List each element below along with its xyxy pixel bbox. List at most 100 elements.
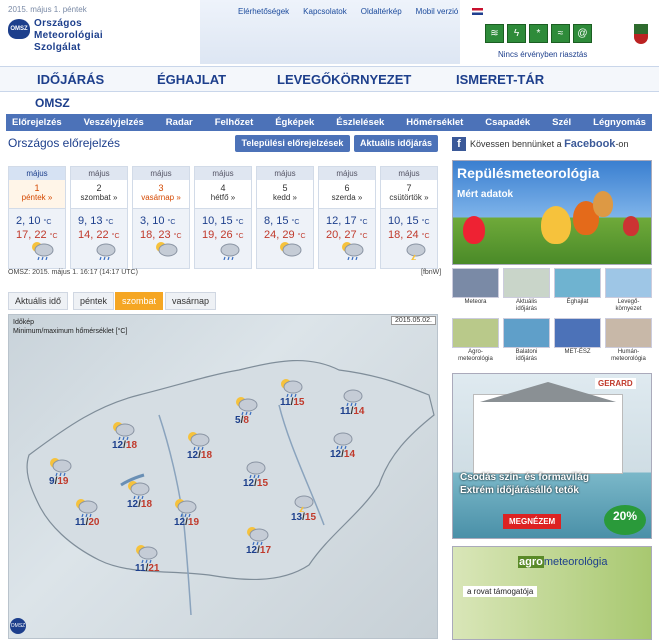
forecast-day[interactable]: május 1 péntek » 2, 10 °C 17, 22 °C	[8, 166, 66, 269]
section-label[interactable]: OMSZ	[35, 96, 70, 110]
nav-idojaras[interactable]: IDŐJÁRÁS	[37, 72, 104, 87]
forecast-day[interactable]: május 6 szerda » 12, 17 °C 20, 27 °C	[318, 166, 376, 269]
nav-eghajlat[interactable]: ÉGHAJLAT	[157, 72, 226, 87]
tab-szombat[interactable]: szombat	[115, 292, 164, 310]
map-title: Időkép	[13, 319, 35, 326]
subnav-egkepek[interactable]: Égképek	[275, 114, 314, 131]
fbnw-link[interactable]: [fbnW]	[421, 269, 441, 276]
map-city-temp[interactable]: 5/8	[235, 415, 249, 426]
tile-agro-label[interactable]: Agro-meteorológia	[451, 349, 500, 363]
weather-map[interactable]	[8, 314, 438, 639]
tile-balaton-image[interactable]	[503, 318, 550, 348]
forecast-day-name[interactable]: péntek »	[9, 193, 65, 202]
thunder-icon[interactable]: ϟ	[507, 24, 526, 43]
tile-balaton-label[interactable]: Balatoni időjárás	[502, 349, 551, 363]
forecast-day-name[interactable]: vasárnap »	[133, 193, 189, 202]
tile-met-esz-image[interactable]	[554, 318, 601, 348]
forecast-day-header[interactable]: május 7 csütörtök »	[381, 167, 437, 209]
subnav-elorejelzes[interactable]: Előrejelzés	[12, 114, 62, 131]
aviation-subtitle[interactable]: Mért adatok	[457, 189, 513, 200]
forecast-day-header[interactable]: május 2 szombat »	[71, 167, 127, 209]
tile-eghajlat-image[interactable]	[554, 268, 601, 298]
forecast-day-name[interactable]: hétfő »	[195, 193, 251, 202]
map-city-temp[interactable]: 11/20	[75, 517, 99, 528]
forecast-day-name[interactable]: csütörtök »	[381, 193, 437, 202]
link-sitemap[interactable]: Oldaltérkép	[361, 7, 402, 16]
map-city-temp[interactable]: 12/18	[112, 440, 137, 451]
tab-aktualis-ido[interactable]: Aktuális idő	[8, 292, 69, 310]
link-relations[interactable]: Kapcsolatok	[303, 7, 347, 16]
map-city-temp[interactable]: 12/17	[246, 545, 271, 556]
current-date: 2015. május 1. péntek	[8, 5, 87, 14]
map-city-temp[interactable]: 11/15	[280, 397, 304, 408]
map-city-temp[interactable]: 12/15	[243, 478, 268, 489]
map-city-temp[interactable]: 12/14	[330, 449, 355, 460]
forecast-day-header[interactable]: május 5 kedd »	[257, 167, 313, 209]
map-city-temp[interactable]: 12/18	[127, 499, 152, 510]
forecast-day-header[interactable]: május 4 hétfő »	[195, 167, 251, 209]
tile-levego-image[interactable]	[605, 268, 652, 298]
local-forecast-button[interactable]: Települési előrejelzések	[235, 135, 350, 152]
forecast-day-name[interactable]: szerda »	[319, 193, 375, 202]
org-name-line: Szolgálat	[34, 42, 81, 53]
forecast-day-header[interactable]: május 1 péntek »	[9, 167, 65, 209]
nav-levegokornyezet[interactable]: LEVEGŐKÖRNYEZET	[277, 72, 411, 87]
link-mobile[interactable]: Mobil verzió	[416, 7, 459, 16]
forecast-month: május	[9, 167, 65, 180]
rain-sun-icon	[185, 430, 210, 451]
tile-aktualis-image[interactable]	[503, 268, 550, 298]
ice-icon[interactable]: @	[573, 24, 592, 43]
map-city-temp[interactable]: 12/19	[174, 517, 199, 528]
current-weather-button[interactable]: Aktuális időjárás	[354, 135, 438, 152]
nav-ismeret-tar[interactable]: ISMERET-TÁR	[456, 72, 544, 87]
subnav-radar[interactable]: Radar	[166, 114, 193, 131]
forecast-min-temp: 10, 15 °C	[388, 215, 430, 227]
top-links: Elérhetőségek Kapcsolatok Oldaltérkép Mo…	[238, 7, 484, 16]
subnav-homerseklet[interactable]: Hőmérséklet	[406, 114, 463, 131]
forecast-day[interactable]: május 4 hétfő » 10, 15 °C 19, 26 °C	[194, 166, 252, 269]
map-city-temp[interactable]: 12/18	[187, 450, 212, 461]
forecast-day[interactable]: május 7 csütörtök » 10, 15 °C 18, 24 °C	[380, 166, 438, 269]
tab-vasarnap[interactable]: vasárnap	[165, 292, 217, 310]
subnav-legnyomas[interactable]: Légnyomás	[593, 114, 646, 131]
facebook-follow[interactable]: f Kövessen bennünket a Facebook-on	[452, 134, 652, 153]
subnav-veszelyjelzes[interactable]: Veszélyjelzés	[84, 114, 144, 131]
forecast-day-header[interactable]: május 3 vasárnap »	[133, 167, 189, 209]
tile-eghajlat-label[interactable]: Éghajlat	[553, 299, 602, 306]
forecast-day[interactable]: május 3 vasárnap » 3, 10 °C 18, 23 °C	[132, 166, 190, 269]
tile-meteora-image[interactable]	[452, 268, 499, 298]
forecast-day-name[interactable]: kedd »	[257, 193, 313, 202]
forecast-day[interactable]: május 5 kedd » 8, 15 °C 24, 29 °C	[256, 166, 314, 269]
tile-levego-label[interactable]: Levegő-környezet	[604, 299, 653, 313]
tile-agro-image[interactable]	[452, 318, 499, 348]
map-city-temp[interactable]: 9/19	[49, 476, 68, 487]
tab-pentek[interactable]: péntek	[73, 292, 115, 310]
tile-human-image[interactable]	[605, 318, 652, 348]
aviation-title[interactable]: Repülésmeteorológia	[457, 165, 599, 181]
forecast-day-header[interactable]: május 6 szerda »	[319, 167, 375, 209]
omsz-logo[interactable]: OMSZ	[8, 19, 30, 39]
warning-status[interactable]: Nincs érvényben riasztás	[498, 50, 587, 59]
subnav-csapadek[interactable]: Csapadék	[485, 114, 530, 131]
map-city-temp[interactable]: 11/21	[135, 563, 159, 574]
forecast-day-name[interactable]: szombat »	[71, 193, 127, 202]
snow-icon[interactable]: *	[529, 24, 548, 43]
subnav-eszlelesek[interactable]: Észlelések	[336, 114, 384, 131]
subnav-szel[interactable]: Szél	[552, 114, 571, 131]
city-min-temp: 12	[246, 545, 258, 556]
city-min-temp: 12	[127, 499, 139, 510]
tile-human-label[interactable]: Humán-meteorológia	[604, 349, 653, 363]
forecast-day[interactable]: május 2 szombat » 9, 13 °C 14, 22 °C	[70, 166, 128, 269]
tile-met-esz-label[interactable]: MET-ÉSZ	[553, 349, 602, 356]
subnav-felhozet[interactable]: Felhőzet	[215, 114, 254, 131]
wind-icon[interactable]: ≋	[485, 24, 504, 43]
link-contacts[interactable]: Elérhetőségek	[238, 7, 289, 16]
map-city-temp[interactable]: 11/14	[340, 406, 364, 417]
map-city-temp[interactable]: 13/15	[291, 512, 316, 523]
gerard-cta-button[interactable]: MEGNÉZEM	[503, 514, 562, 529]
fog-icon[interactable]: ≈	[551, 24, 570, 43]
tile-aktualis-label[interactable]: Aktuális időjárás	[502, 299, 551, 313]
english-flag-icon[interactable]	[472, 8, 484, 15]
city-min-temp: 12	[174, 517, 186, 528]
tile-meteora-label[interactable]: Meteora	[451, 299, 500, 306]
